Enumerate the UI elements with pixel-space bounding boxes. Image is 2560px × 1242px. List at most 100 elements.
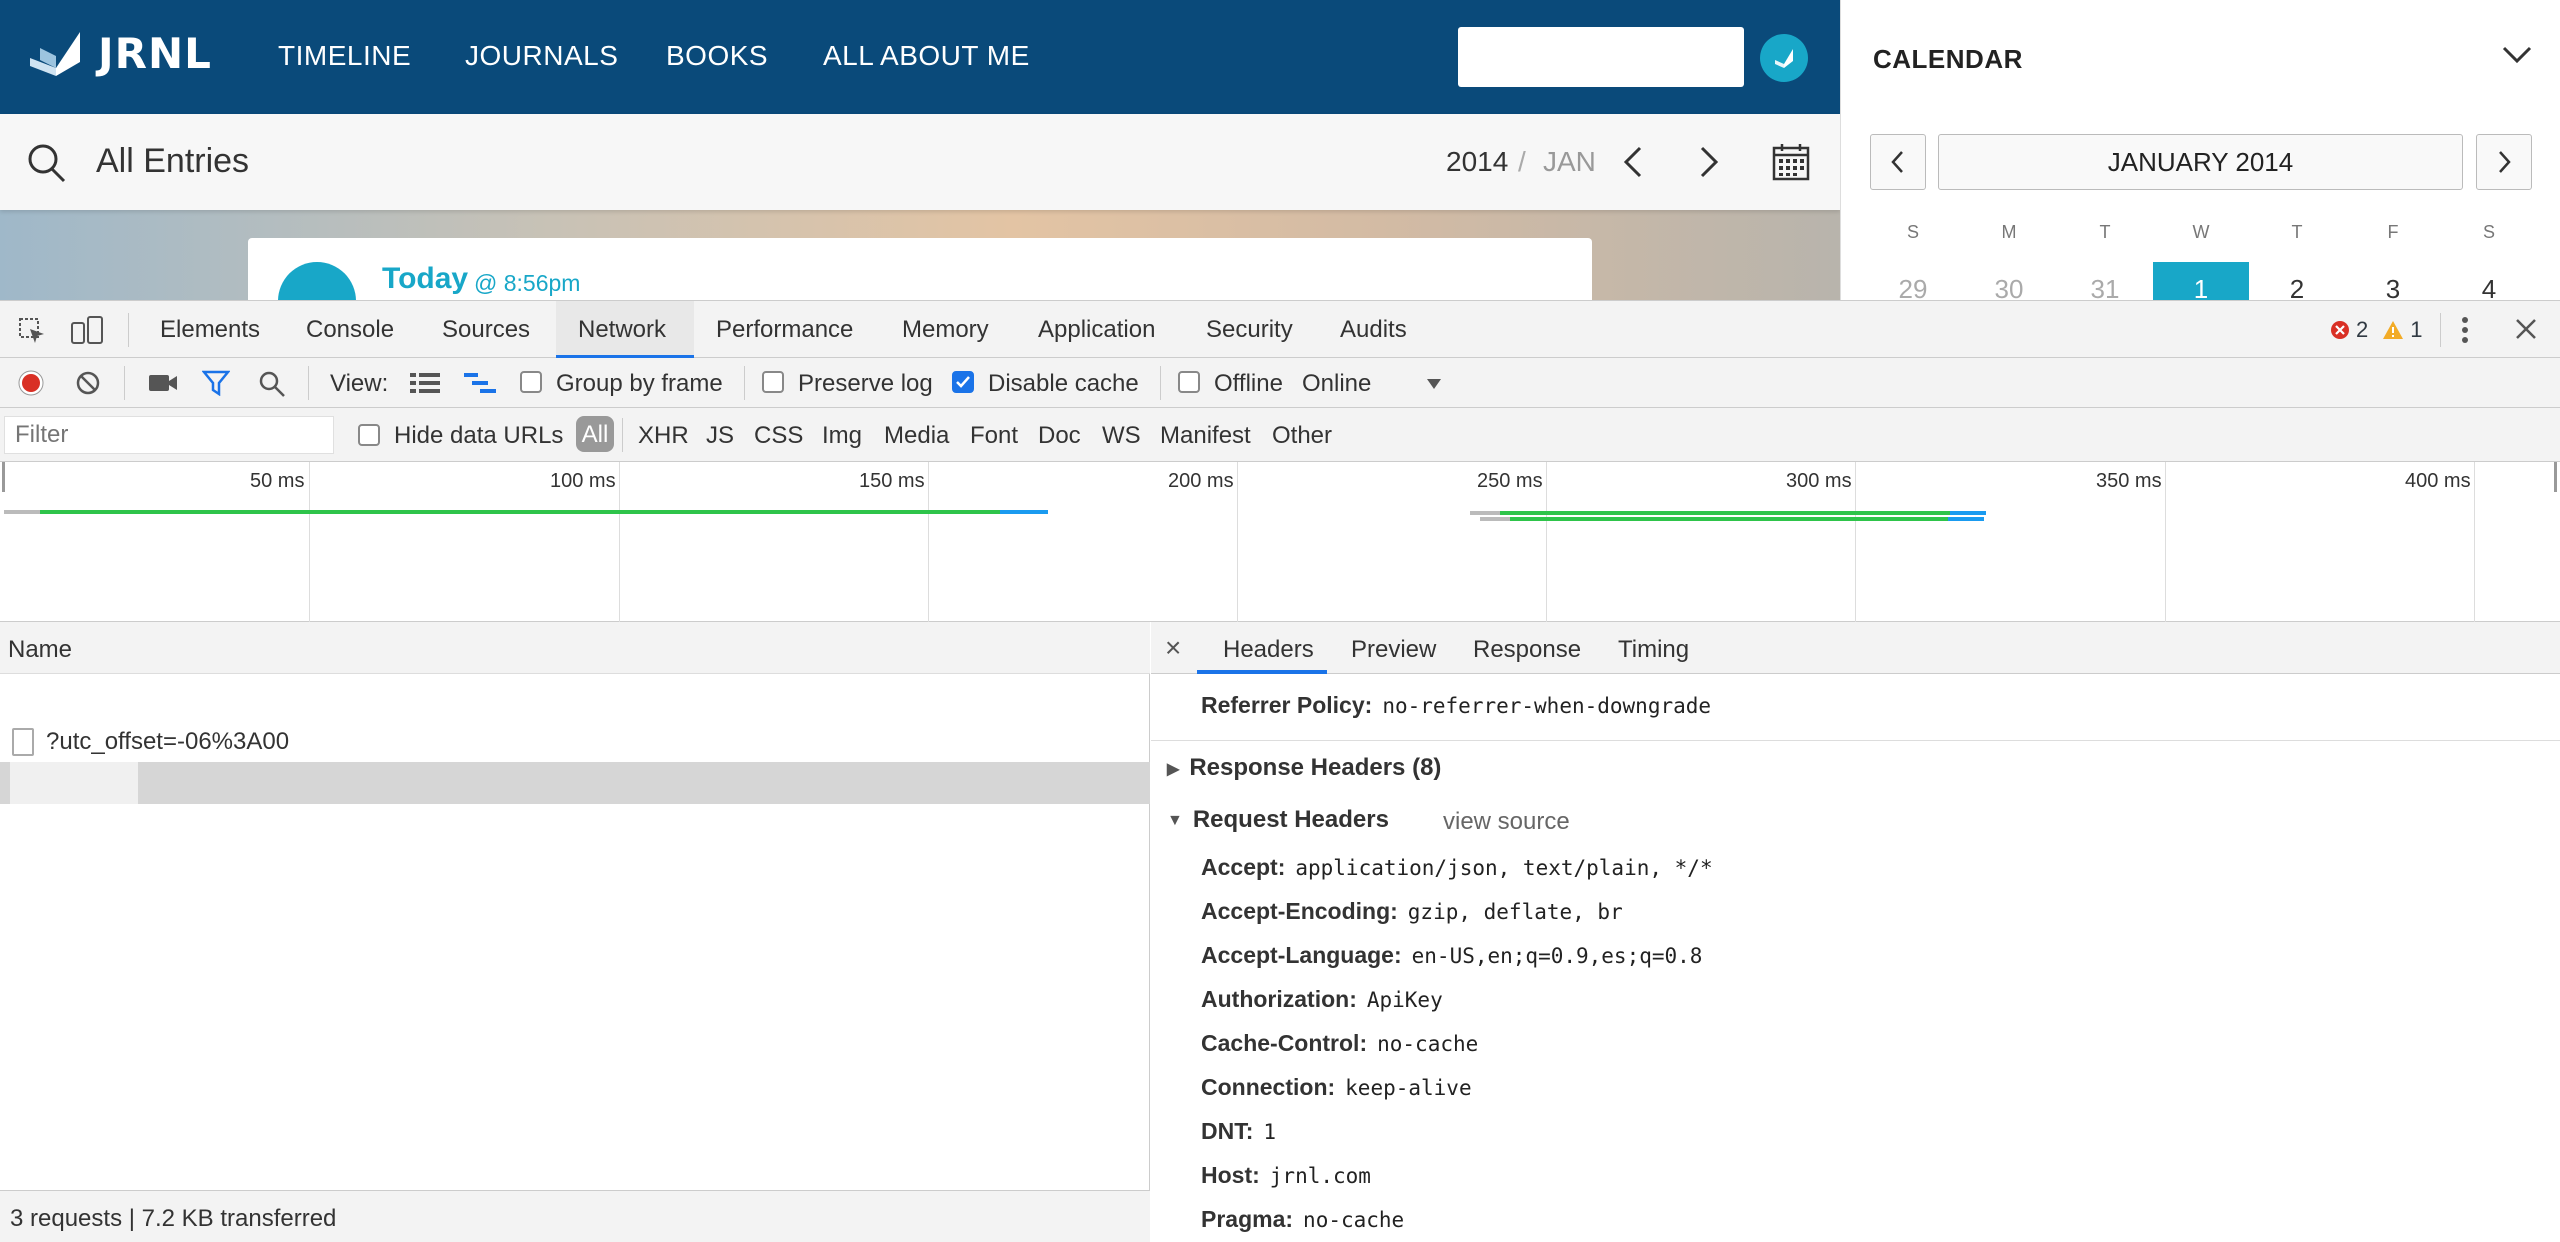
record-icon [18, 370, 44, 396]
devtools-panel: Elements Console Sources Network Perform… [0, 300, 2560, 1242]
weekday-label: M [2001, 222, 2017, 242]
device-toolbar-icon[interactable] [70, 315, 104, 345]
clear-button[interactable] [75, 370, 101, 396]
filter-type-js[interactable]: JS [706, 422, 734, 450]
tab-timing[interactable]: Timing [1618, 636, 1689, 664]
network-overview-timeline[interactable]: 50 ms 100 ms 150 ms 200 ms 250 ms 300 ms… [0, 462, 2560, 622]
calendar-day[interactable]: 3 [2345, 262, 2441, 300]
calendar-next-button[interactable] [2476, 134, 2532, 190]
calendar-day[interactable]: 2 [2249, 262, 2345, 300]
month-label[interactable]: JAN [1543, 146, 1596, 178]
column-header-name[interactable]: Name [8, 636, 72, 664]
nav-journals[interactable]: JOURNALS [465, 40, 618, 72]
filter-type-doc[interactable]: Doc [1038, 422, 1081, 450]
nav-books[interactable]: BOOKS [666, 40, 768, 72]
hide-data-urls-checkbox[interactable] [358, 424, 380, 446]
offline-checkbox[interactable] [1178, 371, 1200, 393]
tab-headers[interactable]: Headers [1223, 636, 1314, 664]
calendar-toggle-button[interactable] [1771, 142, 1811, 182]
overview-right-handle[interactable] [2554, 462, 2557, 492]
record-button[interactable] [18, 370, 44, 396]
page-title: All Entries [96, 142, 250, 180]
header-row: DNT: 1 [1201, 1118, 1276, 1145]
inspect-element-icon[interactable] [18, 317, 46, 345]
clear-icon [76, 371, 100, 395]
overview-left-handle[interactable] [2, 462, 5, 492]
calendar-prev-button[interactable] [1870, 134, 1926, 190]
nav-all-about-me[interactable]: ALL ABOUT ME [823, 40, 1030, 72]
chevron-left-icon [1891, 151, 1903, 173]
capture-screenshots-button[interactable] [148, 372, 178, 394]
filter-type-font[interactable]: Font [970, 422, 1018, 450]
waterfall-icon [464, 373, 496, 393]
entry-card[interactable]: Today @ 8:56pm [248, 238, 1592, 300]
header-key: Accept-Encoding: [1201, 898, 1398, 924]
console-counters[interactable]: 2 1 [2330, 317, 2423, 343]
tab-sources[interactable]: Sources [442, 316, 530, 344]
preserve-log-checkbox[interactable] [762, 371, 784, 393]
filter-bar: Hide data URLs All XHR JS CSS Img Media … [0, 408, 2560, 462]
filter-type-xhr[interactable]: XHR [638, 422, 689, 450]
waterfall-view-button[interactable] [464, 372, 496, 394]
request-headers-toggle[interactable]: ▼ Request Headers [1167, 806, 1389, 834]
table-row-selected[interactable] [0, 762, 1150, 804]
filter-type-other[interactable]: Other [1272, 422, 1332, 450]
filter-type-ws[interactable]: WS [1102, 422, 1141, 450]
group-by-frame-checkbox[interactable] [520, 371, 542, 393]
tab-response[interactable]: Response [1473, 636, 1581, 664]
tab-preview[interactable]: Preview [1351, 636, 1436, 664]
calendar-day[interactable]: 4 [2441, 262, 2537, 300]
calendar-day-selected[interactable]: 1 [2153, 262, 2249, 300]
filter-toggle-button[interactable] [202, 370, 230, 396]
header-row: Accept-Encoding: gzip, deflate, br [1201, 898, 1623, 925]
separator [622, 418, 623, 452]
throttling-select[interactable]: Online [1302, 370, 1371, 398]
user-avatar[interactable] [1760, 34, 1808, 82]
table-row[interactable]: ?utc_offset=-06%3A00 [0, 720, 1150, 762]
filter-input[interactable] [4, 416, 334, 454]
warning-count: 1 [2410, 317, 2423, 342]
tab-application[interactable]: Application [1038, 316, 1155, 344]
request-name-cell [10, 762, 138, 804]
next-month-button[interactable] [1694, 144, 1722, 180]
error-count: 2 [2356, 317, 2369, 342]
header-value: 1 [1263, 1120, 1277, 1144]
throttling-dropdown-icon[interactable] [1426, 378, 1442, 390]
jrnl-logo[interactable]: JRNL [26, 28, 212, 78]
tab-console[interactable]: Console [306, 316, 394, 344]
filter-type-img[interactable]: Img [822, 422, 862, 450]
close-details-icon[interactable]: × [1165, 632, 1181, 664]
calendar-month-label[interactable]: JANUARY 2014 [1938, 134, 2463, 190]
calendar-day[interactable]: 30 [1961, 262, 2057, 300]
tab-performance[interactable]: Performance [716, 316, 853, 344]
search-input[interactable] [1458, 27, 1744, 87]
year-label[interactable]: 2014 [1446, 146, 1508, 178]
filter-type-css[interactable]: CSS [754, 422, 803, 450]
tab-audits[interactable]: Audits [1340, 316, 1407, 344]
filter-type-all[interactable]: All [576, 416, 614, 452]
calendar-day[interactable]: 31 [2057, 262, 2153, 300]
tab-network[interactable]: Network [578, 316, 666, 344]
overview-gridline [619, 462, 620, 622]
view-source-link[interactable]: view source [1443, 808, 1570, 836]
more-options-icon[interactable] [2460, 315, 2470, 345]
search-button[interactable] [258, 370, 286, 398]
calendar-day[interactable]: 29 [1865, 262, 1961, 300]
tab-memory[interactable]: Memory [902, 316, 989, 344]
header-referrer-policy: Referrer Policy: no-referrer-when-downgra… [1201, 692, 1711, 719]
tab-elements[interactable]: Elements [160, 316, 260, 344]
header-value: no-cache [1303, 1208, 1405, 1232]
filter-type-manifest[interactable]: Manifest [1160, 422, 1251, 450]
section-title: Response Headers (8) [1189, 754, 1442, 781]
previous-month-button[interactable] [1620, 144, 1648, 180]
close-devtools-icon[interactable] [2514, 317, 2538, 341]
nav-timeline[interactable]: TIMELINE [278, 40, 411, 72]
filter-type-media[interactable]: Media [884, 422, 949, 450]
tab-security[interactable]: Security [1206, 316, 1293, 344]
response-headers-toggle[interactable]: ▶ Response Headers (8) [1167, 754, 1441, 782]
disable-cache-checkbox[interactable] [952, 371, 974, 393]
header-value: gzip, deflate, br [1407, 900, 1623, 924]
calendar-collapse-button[interactable] [2501, 44, 2533, 66]
search-icon[interactable] [26, 142, 68, 184]
large-rows-button[interactable] [410, 372, 440, 394]
